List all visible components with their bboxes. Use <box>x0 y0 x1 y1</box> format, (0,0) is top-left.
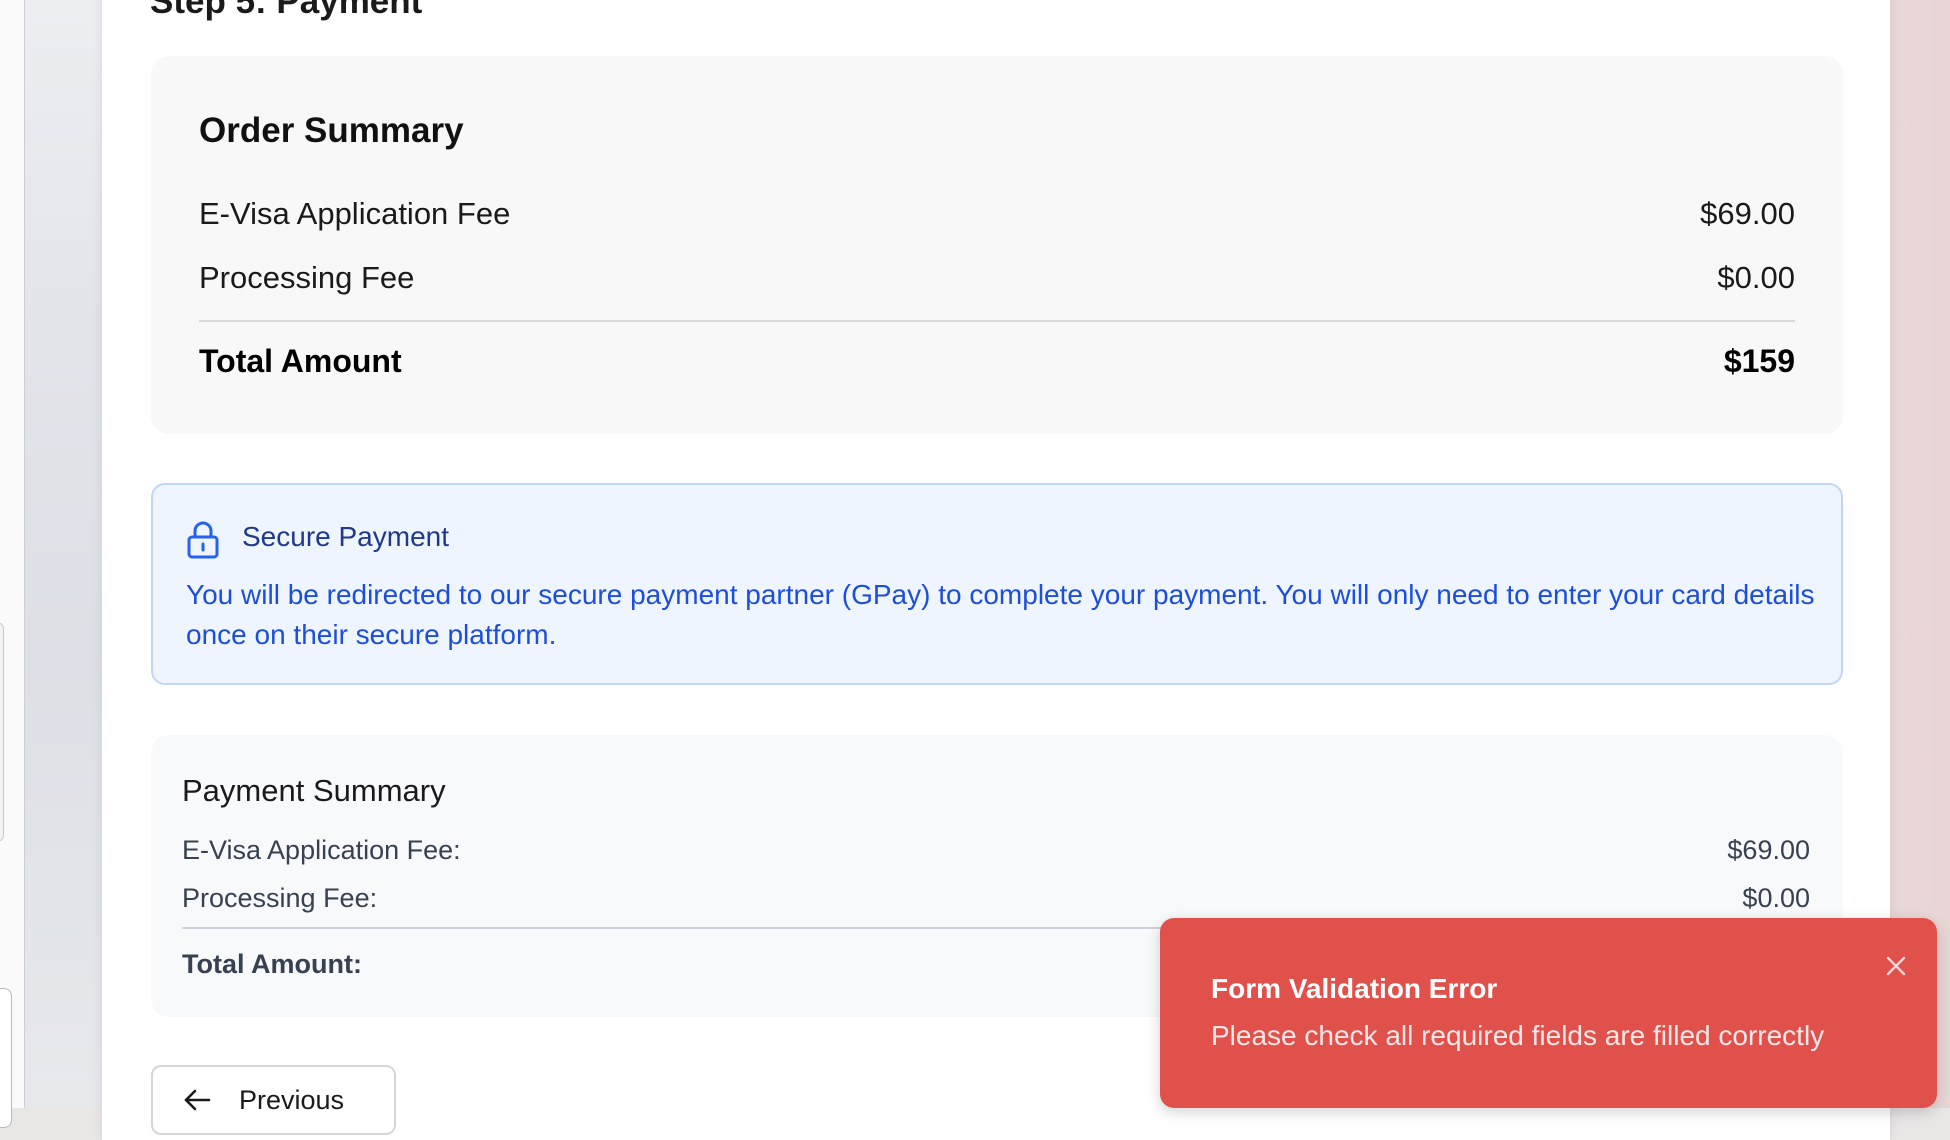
order-summary-row: E-Visa Application Fee $69.00 <box>199 196 1795 232</box>
fee-value: $0.00 <box>1742 883 1810 913</box>
order-summary-title: Order Summary <box>199 111 464 150</box>
fee-label: E-Visa Application Fee: <box>182 835 461 865</box>
total-value: $159 <box>1723 343 1795 379</box>
validation-error-toast: Form Validation Error Please check all r… <box>1160 918 1937 1108</box>
payment-summary-title: Payment Summary <box>182 773 446 808</box>
payment-summary-row: E-Visa Application Fee: $69.00 <box>182 835 1810 866</box>
order-summary-panel: Order Summary E-Visa Application Fee $69… <box>151 56 1843 434</box>
toast-message: Please check all required fields are fil… <box>1211 1020 1825 1051</box>
previous-button-label: Previous <box>239 1084 345 1115</box>
secure-payment-title: Secure Payment <box>242 521 449 552</box>
background-image-strip <box>25 0 102 1108</box>
secure-payment-message: You will be redirected to our secure pay… <box>186 579 1815 650</box>
divider <box>199 320 1795 322</box>
previous-button[interactable]: Previous <box>151 1065 396 1135</box>
fee-value: $69.00 <box>1727 835 1810 865</box>
background-window <box>0 0 25 1108</box>
order-total-row: Total Amount $159 <box>199 343 1795 380</box>
lock-icon <box>187 521 219 559</box>
secure-payment-notice: Secure Payment You will be redirected to… <box>151 483 1843 685</box>
payment-summary-row: Processing Fee: $0.00 <box>182 883 1810 914</box>
fee-value: $0.00 <box>1717 260 1795 295</box>
total-label: Total Amount: <box>182 949 362 979</box>
fee-label: Processing Fee <box>199 260 415 295</box>
step-title: Step 5: Payment <box>150 0 423 21</box>
fee-label: E-Visa Application Fee <box>199 196 511 231</box>
fee-value: $69.00 <box>1700 196 1795 231</box>
close-icon[interactable] <box>1884 954 1908 978</box>
toast-title: Form Validation Error <box>1211 973 1498 1004</box>
fee-label: Processing Fee: <box>182 883 378 913</box>
background-window-edge <box>0 622 4 842</box>
order-summary-row: Processing Fee $0.00 <box>199 260 1795 296</box>
background-window-edge <box>0 988 12 1128</box>
total-label: Total Amount <box>199 343 402 379</box>
